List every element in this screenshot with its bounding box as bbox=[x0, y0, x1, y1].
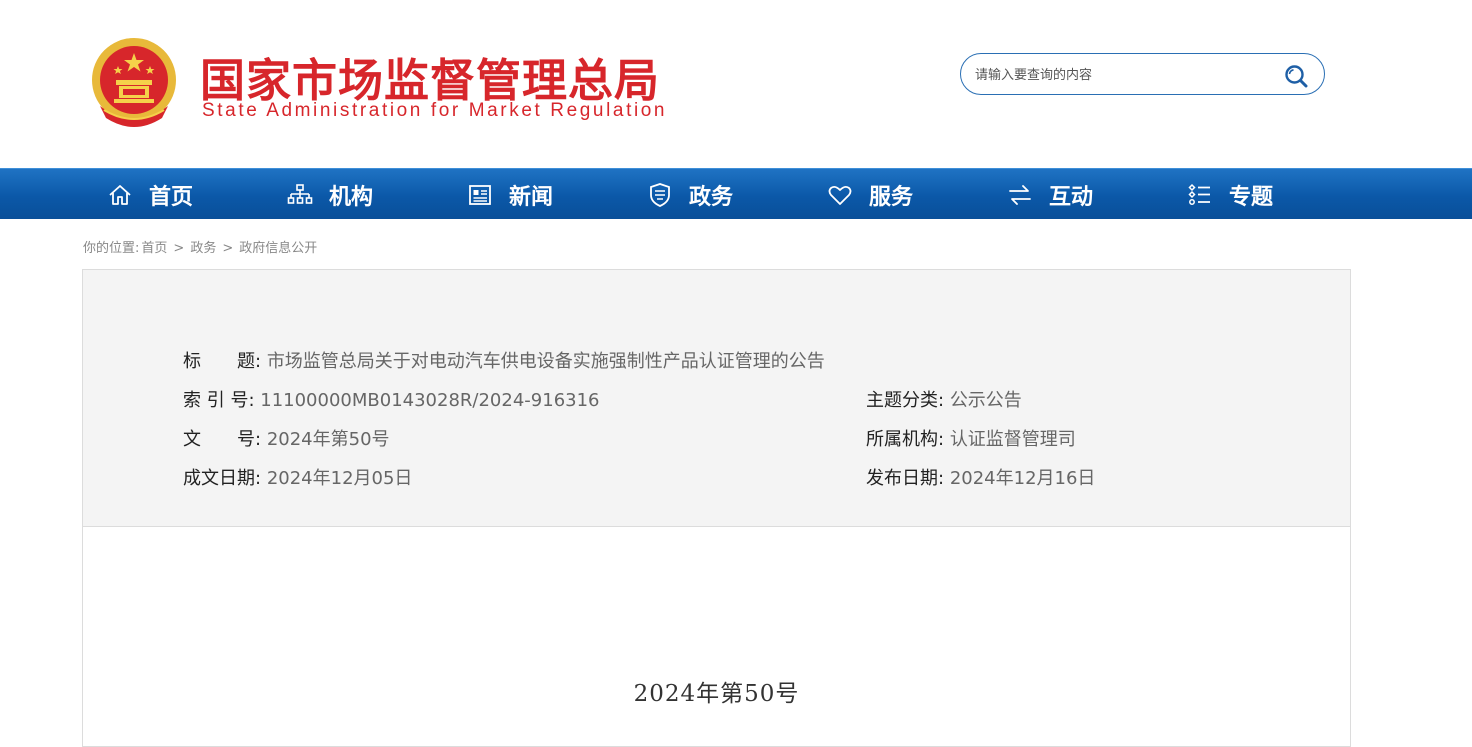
main-nav: 首页 机构 新闻 政务 服务 互动 专题 bbox=[0, 168, 1472, 219]
info-published-label: 发布日期: bbox=[866, 468, 945, 489]
info-index-row: 索 引 号: 11100000MB0143028R/2024-916316 bbox=[183, 386, 600, 412]
breadcrumb-prefix: 你的位置: bbox=[83, 241, 140, 256]
info-org-label: 所属机构: bbox=[866, 429, 945, 450]
nav-item-org[interactable]: 机构 bbox=[287, 169, 373, 220]
nav-label: 政务 bbox=[689, 184, 734, 210]
info-created-label: 成文日期: bbox=[183, 468, 262, 489]
site-header: 国家市场监督管理总局 State Administration for Mark… bbox=[0, 0, 1472, 168]
site-title-en[interactable]: State Administration for Market Regulati… bbox=[202, 100, 667, 122]
info-published-row: 发布日期: 2024年12月16日 bbox=[866, 464, 1095, 490]
newspaper-icon bbox=[469, 184, 491, 205]
info-docno-label: 文 号: bbox=[183, 429, 262, 450]
breadcrumb-separator: > bbox=[222, 241, 234, 256]
search-input[interactable] bbox=[975, 63, 1275, 87]
nav-item-news[interactable]: 新闻 bbox=[467, 169, 553, 220]
info-org-row: 所属机构: 认证监督管理司 bbox=[866, 425, 1076, 451]
info-index-value: 11100000MB0143028R/2024-916316 bbox=[260, 390, 600, 411]
nav-item-interaction[interactable]: 互动 bbox=[1007, 169, 1093, 220]
info-published-value: 2024年12月16日 bbox=[949, 468, 1096, 489]
info-org-value: 认证监督管理司 bbox=[949, 429, 1076, 450]
info-index-label: 索 引 号: bbox=[183, 390, 255, 411]
nav-label: 服务 bbox=[869, 184, 914, 210]
heart-icon bbox=[828, 185, 852, 205]
nav-label: 首页 bbox=[149, 184, 194, 210]
nav-item-topics[interactable]: 专题 bbox=[1187, 169, 1273, 220]
nav-item-government[interactable]: 政务 bbox=[647, 169, 733, 220]
nav-item-home[interactable]: 首页 bbox=[107, 169, 193, 220]
nav-label: 专题 bbox=[1229, 184, 1274, 210]
info-category-value: 公示公告 bbox=[949, 390, 1022, 411]
exchange-arrows-icon bbox=[1009, 184, 1031, 205]
document-number: 2024年第50号 bbox=[633, 681, 800, 707]
breadcrumb-home[interactable]: 首页 bbox=[141, 241, 167, 256]
info-title-row: 标 题: 市场监管总局关于对电动汽车供电设备实施强制性产品认证管理的公告 bbox=[183, 347, 825, 373]
nav-label: 互动 bbox=[1049, 184, 1094, 210]
breadcrumb-government[interactable]: 政务 bbox=[190, 241, 216, 256]
breadcrumb: 你的位置: 首页 > 政务 > 政府信息公开 bbox=[83, 237, 317, 256]
info-title-value: 市场监管总局关于对电动汽车供电设备实施强制性产品认证管理的公告 bbox=[266, 351, 825, 372]
document-body bbox=[82, 527, 1351, 747]
topics-list-icon bbox=[1188, 183, 1210, 205]
breadcrumb-info-disclosure[interactable]: 政府信息公开 bbox=[239, 241, 317, 256]
info-category-label: 主题分类: bbox=[866, 390, 945, 411]
info-docno-row: 文 号: 2024年第50号 bbox=[183, 425, 390, 451]
info-created-value: 2024年12月05日 bbox=[266, 468, 413, 489]
national-emblem-icon[interactable] bbox=[88, 36, 180, 130]
home-icon bbox=[109, 184, 131, 205]
info-created-row: 成文日期: 2024年12月05日 bbox=[183, 464, 412, 490]
nav-label: 机构 bbox=[329, 184, 374, 210]
search-box bbox=[960, 53, 1325, 95]
breadcrumb-separator: > bbox=[173, 241, 185, 256]
government-shield-icon bbox=[650, 182, 670, 207]
info-docno-value: 2024年第50号 bbox=[266, 429, 390, 450]
nav-label: 新闻 bbox=[509, 184, 554, 210]
info-category-row: 主题分类: 公示公告 bbox=[866, 386, 1022, 412]
nav-item-service[interactable]: 服务 bbox=[827, 169, 913, 220]
info-title-label: 标 题: bbox=[183, 351, 262, 372]
org-chart-icon bbox=[287, 183, 313, 204]
search-icon[interactable] bbox=[1284, 64, 1308, 88]
